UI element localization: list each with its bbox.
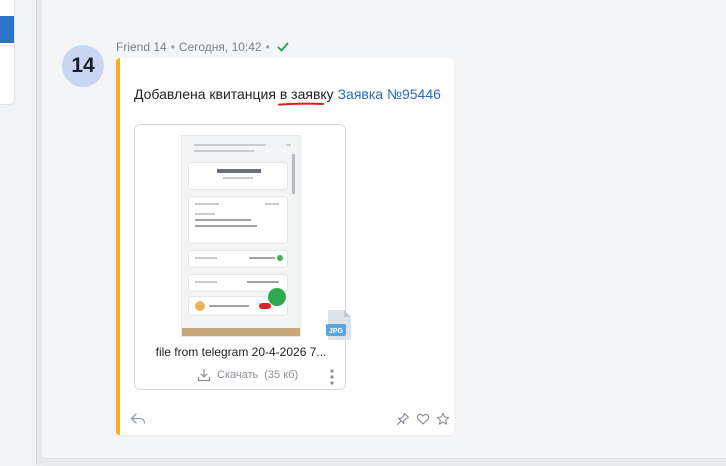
message-time: Сегодня, 10:42 — [178, 40, 262, 54]
heart-icon[interactable] — [416, 412, 430, 426]
meta-separator: • — [170, 40, 175, 54]
jpg-file-icon: JPG — [326, 310, 351, 340]
attachment-thumbnail[interactable] — [181, 135, 301, 337]
message-bubble: Добавлена квитанция в заявку Заявка №954… — [116, 58, 454, 435]
more-options-icon[interactable] — [329, 368, 335, 386]
read-check-icon — [277, 42, 289, 52]
star-icon[interactable] — [436, 412, 450, 426]
message-meta: Friend 14 • Сегодня, 10:42 • — [116, 40, 289, 54]
message-text: Добавлена квитанция в заявку Заявка №954… — [134, 86, 441, 102]
attachment-filename[interactable]: file from telegram 20-4-2026 7... — [135, 345, 347, 359]
avatar[interactable]: 14 — [62, 45, 104, 87]
download-label: Скачать — [217, 369, 259, 381]
message-text-prefix: Добавлена квитанция в заявку — [134, 86, 338, 102]
panel-divider — [0, 45, 14, 46]
side-panel-fragment — [0, 0, 15, 105]
annotation-underline — [278, 102, 324, 106]
avatar-label: 14 — [71, 54, 95, 77]
reply-icon[interactable] — [130, 412, 146, 426]
request-link[interactable]: Заявка №95446 — [338, 86, 441, 102]
download-icon — [197, 368, 211, 382]
attachment-card[interactable]: JPG file from telegram 20-4-2026 7... Ск… — [134, 124, 351, 390]
download-button[interactable]: Скачать (35 кб) — [197, 368, 298, 382]
meta-separator: • — [265, 40, 270, 54]
message-actions — [124, 412, 454, 428]
file-type-label: JPG — [329, 328, 344, 335]
author-name[interactable]: Friend 14 — [116, 40, 167, 54]
file-size: (35 кб) — [264, 369, 299, 381]
pin-icon[interactable] — [396, 412, 410, 426]
selected-chat-highlight[interactable] — [0, 16, 14, 43]
